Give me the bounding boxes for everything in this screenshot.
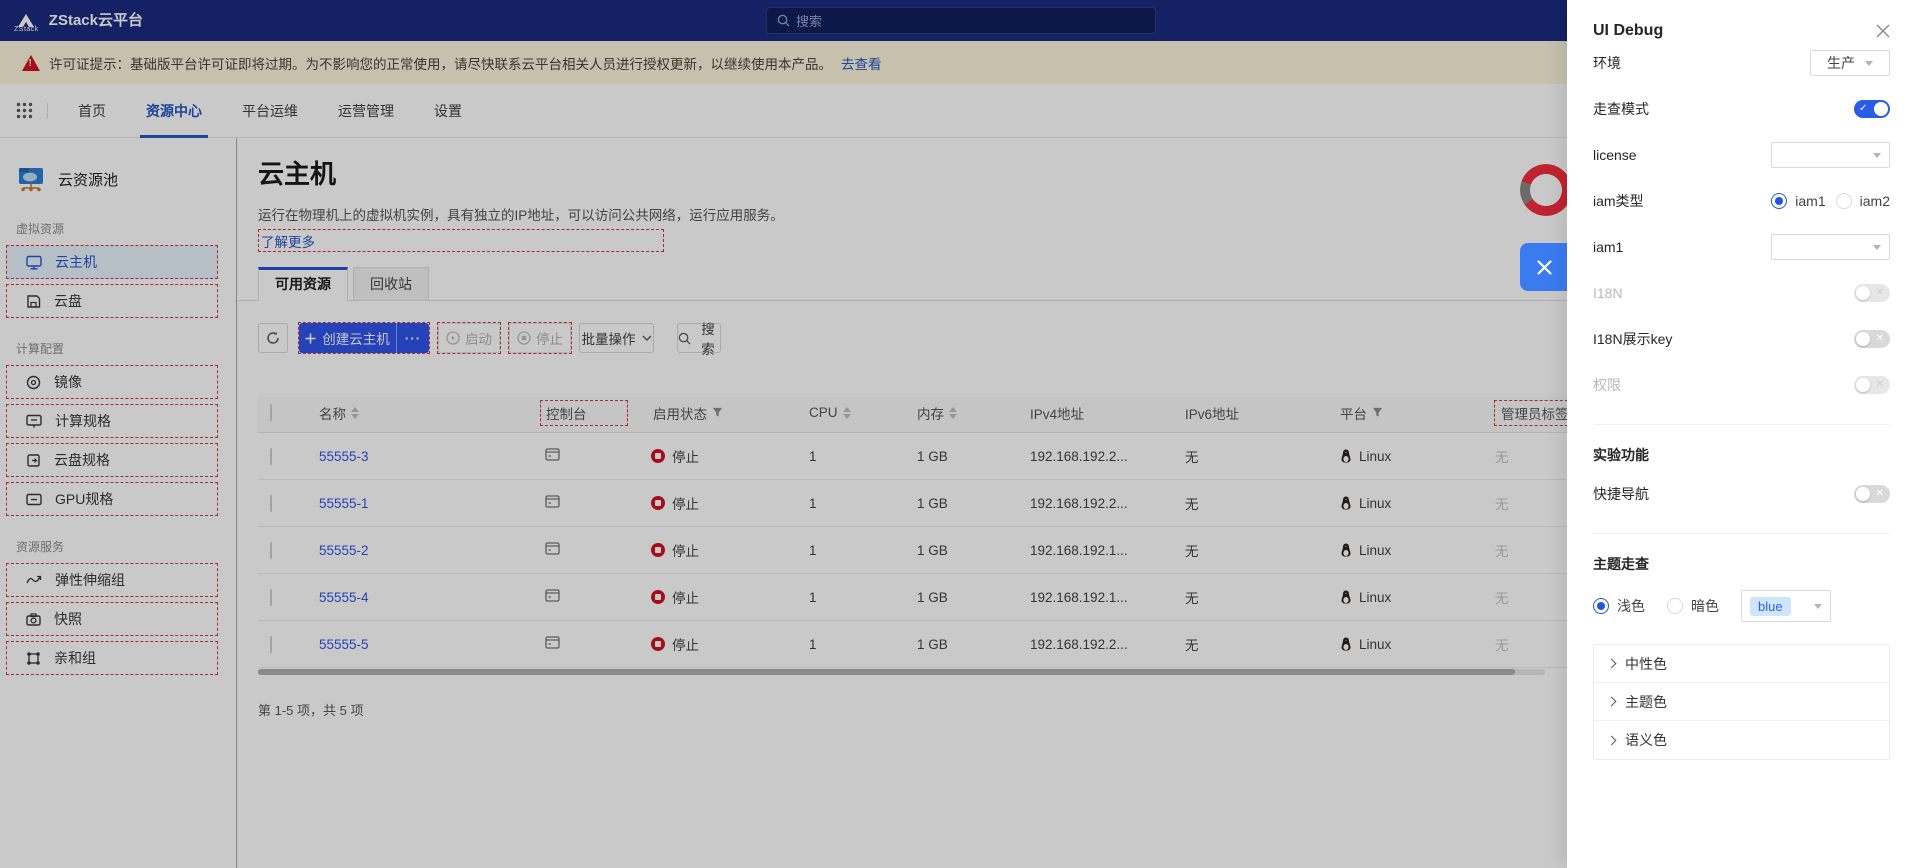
- license-label: license: [1593, 147, 1637, 163]
- drawer-close-icon[interactable]: [1876, 24, 1890, 41]
- theme-color-tag: blue: [1750, 596, 1791, 616]
- permission-label: 权限: [1593, 377, 1621, 393]
- iam1-label: iam1: [1593, 239, 1624, 255]
- chevron-down-icon: [1865, 60, 1873, 66]
- drawer-title: UI Debug: [1593, 22, 1664, 39]
- color-groups-collapse: 中性色 主题色 语义色: [1593, 644, 1890, 760]
- theme-light-radio-option[interactable]: 浅色: [1593, 596, 1645, 616]
- i18n-key-row: I18N展示key ✕: [1593, 316, 1890, 362]
- radio-selected-icon: [1593, 598, 1609, 614]
- i18n-toggle: ✕: [1854, 284, 1890, 302]
- theme-dark-radio-option[interactable]: 暗色: [1667, 596, 1719, 616]
- i18n-label: I18N: [1593, 285, 1623, 301]
- walkthrough-label: 走查模式: [1593, 101, 1649, 117]
- iam1-option-label: iam1: [1795, 193, 1826, 209]
- iam-type-label: iam类型: [1593, 193, 1644, 209]
- radio-icon: [1835, 193, 1852, 209]
- walkthrough-row: 走查模式 ✓: [1593, 86, 1890, 132]
- chevron-down-icon: [1873, 244, 1881, 250]
- theme-light-label: 浅色: [1617, 598, 1645, 614]
- license-select[interactable]: [1771, 142, 1890, 168]
- experimental-section-title: 实验功能: [1593, 447, 1649, 463]
- env-row: 环境 生产: [1593, 40, 1890, 86]
- debug-drawer-close-handle[interactable]: [1520, 243, 1568, 291]
- chevron-right-icon: [1606, 696, 1617, 707]
- iam1-row: iam1: [1593, 224, 1890, 270]
- ui-debug-drawer: UI Debug 环境 生产 走查模式 ✓ license iam类型 iam1…: [1567, 0, 1916, 868]
- theme-section-title: 主题走查: [1593, 556, 1649, 572]
- theme-dark-label: 暗色: [1691, 598, 1719, 614]
- close-icon: [1536, 259, 1553, 276]
- radio-selected-icon: [1771, 193, 1788, 209]
- env-select[interactable]: 生产: [1810, 50, 1890, 76]
- collapse-neutral-colors[interactable]: 中性色: [1594, 645, 1889, 683]
- chevron-down-icon: [1873, 152, 1881, 158]
- drawer-backdrop-mask[interactable]: [0, 0, 1567, 868]
- iam2-radio-option[interactable]: iam2: [1835, 193, 1890, 209]
- license-row: license: [1593, 132, 1890, 178]
- radio-icon: [1667, 598, 1683, 614]
- i18n-key-toggle[interactable]: ✕: [1854, 330, 1890, 348]
- chevron-down-icon: [1814, 603, 1822, 609]
- iam1-select[interactable]: [1771, 234, 1890, 260]
- collapse-label: 中性色: [1625, 655, 1667, 672]
- chevron-right-icon: [1606, 658, 1617, 669]
- env-label: 环境: [1593, 55, 1621, 71]
- chevron-right-icon: [1606, 735, 1617, 745]
- theme-mode-row: 浅色 暗色 blue: [1593, 590, 1890, 622]
- theme-color-select[interactable]: blue: [1741, 590, 1831, 622]
- collapse-semantic-colors[interactable]: 语义色: [1594, 721, 1889, 759]
- iam-type-row: iam类型 iam1 iam2: [1593, 178, 1890, 224]
- iam2-option-label: iam2: [1859, 193, 1890, 209]
- quick-nav-row: 快捷导航 ✕: [1593, 471, 1890, 517]
- section-divider: [1593, 424, 1890, 425]
- i18n-row: I18N ✕: [1593, 270, 1890, 316]
- loading-donut-indicator: [1520, 164, 1572, 216]
- iam-type-radio-group: iam1 iam2: [1771, 193, 1890, 209]
- collapse-label: 语义色: [1625, 732, 1667, 748]
- quick-nav-toggle[interactable]: ✕: [1854, 485, 1890, 503]
- i18n-key-label: I18N展示key: [1593, 331, 1673, 347]
- collapse-label: 主题色: [1625, 693, 1667, 710]
- section-divider: [1593, 533, 1890, 534]
- walkthrough-toggle[interactable]: ✓: [1854, 100, 1890, 118]
- permission-toggle: ✕: [1854, 376, 1890, 394]
- permission-row: 权限 ✕: [1593, 362, 1890, 408]
- quick-nav-label: 快捷导航: [1593, 486, 1649, 502]
- iam1-radio-option[interactable]: iam1: [1771, 193, 1826, 209]
- env-value: 生产: [1827, 55, 1855, 71]
- zstack-app: ZStack ZStack云平台 搜索 许可证提示：基础版平台许可证即将过期。为…: [0, 0, 1916, 868]
- collapse-theme-colors[interactable]: 主题色: [1594, 683, 1889, 721]
